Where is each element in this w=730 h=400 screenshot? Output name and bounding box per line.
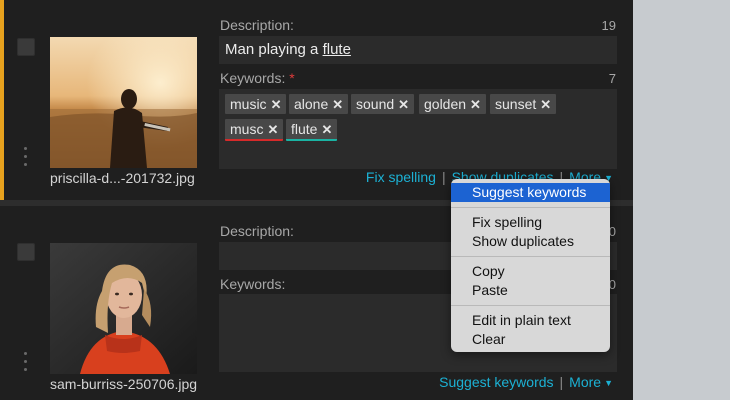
keyword-chip-duplicate[interactable]: flute ✕: [286, 119, 338, 141]
description-highlighted-word: flute: [322, 41, 351, 58]
menu-separator: [451, 305, 610, 306]
item-checkbox[interactable]: [17, 243, 35, 261]
close-icon[interactable]: ✕: [321, 120, 332, 140]
drag-handle[interactable]: [24, 352, 27, 376]
keyword-chip-misspelled[interactable]: musc ✕: [225, 119, 284, 141]
menu-item-paste[interactable]: Paste: [451, 281, 610, 300]
close-icon[interactable]: ✕: [271, 95, 282, 115]
more-menu-button[interactable]: More ▼: [569, 374, 613, 390]
keyword-text: alone: [294, 96, 329, 112]
artwork-filename: sam-burriss-250706.jpg: [50, 376, 198, 392]
menu-separator: [451, 256, 610, 257]
keyword-text: sunset: [495, 96, 537, 112]
menu-item-show-duplicates[interactable]: Show duplicates: [451, 232, 610, 251]
drag-handle[interactable]: [24, 147, 27, 171]
menu-item-suggest-keywords[interactable]: Suggest keywords: [451, 183, 610, 202]
close-icon[interactable]: ✕: [540, 95, 551, 115]
fix-spelling-link[interactable]: Fix spelling: [366, 169, 436, 185]
description-label: Description:: [220, 17, 294, 33]
keyword-text: musc: [230, 121, 264, 137]
item-checkbox[interactable]: [17, 38, 35, 56]
keyword-chip[interactable]: alone ✕: [289, 94, 349, 115]
artwork-filename: priscilla-d...-201732.jpg: [50, 170, 195, 186]
keywords-label: Keywords: *: [220, 70, 295, 86]
keyword-text: sound: [356, 96, 395, 112]
keyword-chip[interactable]: golden ✕: [419, 94, 486, 114]
keywords-label-text: Keywords:: [220, 70, 286, 86]
menu-item-copy[interactable]: Copy: [451, 262, 610, 281]
action-separator: |: [441, 169, 446, 185]
description-field[interactable]: Man playing a flute: [219, 36, 617, 64]
keyword-chip[interactable]: sound ✕: [351, 94, 415, 115]
menu-item-fix-spelling[interactable]: Fix spelling: [451, 213, 610, 232]
close-icon[interactable]: ✕: [332, 95, 343, 115]
keyword-text: music: [230, 96, 267, 112]
menu-item-edit-in-plain-text[interactable]: Edit in plain text: [451, 311, 610, 330]
menu-separator: [451, 207, 610, 208]
artwork-thumbnail[interactable]: [50, 37, 197, 168]
description-label: Description:: [220, 223, 294, 239]
action-separator: |: [559, 374, 564, 390]
keyword-text: golden: [424, 96, 467, 112]
close-icon[interactable]: ✕: [470, 95, 481, 115]
required-mark: *: [289, 70, 295, 86]
more-label: More: [569, 374, 602, 390]
keyword-chip[interactable]: music ✕: [225, 94, 287, 115]
suggest-keywords-link[interactable]: Suggest keywords: [439, 374, 553, 390]
description-text: Man playing a flute: [225, 41, 351, 58]
close-icon[interactable]: ✕: [267, 120, 278, 140]
selection-accent: [0, 0, 4, 200]
item-actions: Suggest keywords | More ▼: [439, 374, 613, 390]
keyword-chip[interactable]: sunset ✕: [490, 94, 557, 115]
description-counter: 19: [601, 18, 616, 33]
keywords-label: Keywords:: [220, 276, 286, 292]
menu-item-clear[interactable]: Clear: [451, 330, 610, 349]
artwork-item: priscilla-d...-201732.jpg Description: 1…: [0, 0, 633, 200]
keyword-text: flute: [291, 121, 318, 137]
description-prefix: Man playing a: [225, 41, 323, 58]
more-context-menu: Suggest keywords Fix spelling Show dupli…: [451, 179, 610, 352]
caret-down-icon: ▼: [604, 378, 613, 388]
close-icon[interactable]: ✕: [398, 95, 409, 115]
keywords-counter: 7: [608, 71, 616, 86]
keywords-field[interactable]: music ✕ alone ✕ sound ✕ golden ✕ sunset ✕ mus…: [219, 89, 617, 169]
artwork-thumbnail[interactable]: [50, 243, 197, 374]
